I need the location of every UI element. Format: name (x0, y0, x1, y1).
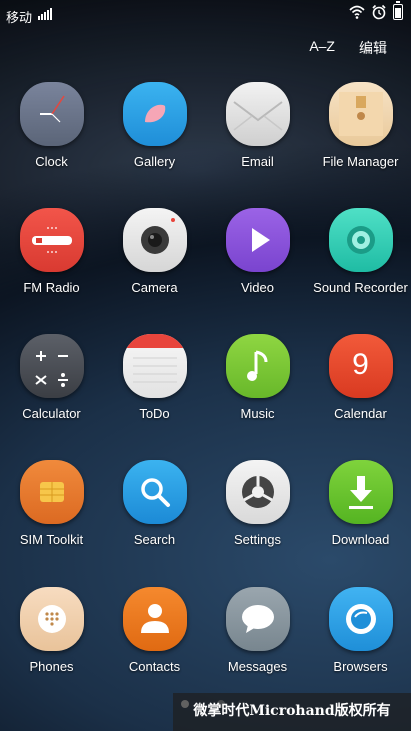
app-label: Email (241, 154, 274, 169)
calculator-icon (19, 334, 84, 398)
app-label: Download (331, 532, 390, 547)
app-music[interactable]: Music (206, 334, 309, 421)
app-settings[interactable]: Settings (206, 460, 309, 547)
camera-icon (122, 208, 187, 272)
sim-icon (19, 460, 84, 524)
clock-icon (19, 82, 84, 146)
app-label: Clock (35, 154, 68, 169)
app-camera[interactable]: Camera (103, 208, 206, 295)
phone-icon (19, 587, 84, 651)
app-label: ToDo (139, 406, 170, 421)
wifi-icon (349, 5, 365, 19)
app-label: Sound Recorder (313, 280, 408, 295)
app-label: Phones (29, 659, 74, 674)
app-messages[interactable]: Messages (206, 587, 309, 674)
app-label: FM Radio (23, 280, 80, 295)
app-gallery[interactable]: Gallery (103, 82, 206, 169)
recorder-icon (328, 208, 393, 272)
app-label: Settings (234, 532, 281, 547)
app-clock[interactable]: Clock (0, 82, 103, 169)
email-icon (225, 82, 290, 146)
browser-icon (328, 587, 393, 651)
battery-icon (393, 1, 403, 20)
app-label: Contacts (128, 659, 181, 674)
status-bar: 移动 (0, 0, 411, 30)
radio-icon (19, 208, 84, 272)
app-label: Search (133, 532, 176, 547)
edit-button[interactable]: 编辑 (359, 38, 387, 58)
carrier-name: 移动 (6, 10, 33, 25)
app-sim-toolkit[interactable]: SIM Toolkit (0, 460, 103, 547)
messages-icon (225, 587, 290, 651)
sort-az-button[interactable]: A–Z (309, 38, 335, 58)
app-file-manager[interactable]: File Manager (309, 82, 411, 169)
app-label: File Manager (322, 154, 399, 169)
app-video[interactable]: Video (206, 208, 309, 295)
calendar-icon: 9 (328, 334, 393, 398)
alarm-icon (372, 4, 386, 20)
app-email[interactable]: Email (206, 82, 309, 169)
app-label: Calendar (334, 406, 387, 421)
video-icon (225, 208, 290, 272)
app-contacts[interactable]: Contacts (103, 587, 206, 674)
contacts-icon (122, 587, 187, 651)
download-icon (328, 460, 393, 524)
file-manager-icon (328, 82, 393, 146)
app-label: Browsers (333, 659, 388, 674)
app-download[interactable]: Download (309, 460, 411, 547)
app-label: Video (240, 280, 274, 295)
music-icon (225, 334, 290, 398)
app-todo[interactable]: ToDo (103, 334, 206, 421)
app-calculator[interactable]: Calculator (0, 334, 103, 421)
app-phones[interactable]: Phones (0, 587, 103, 674)
search-icon (122, 460, 187, 524)
todo-icon (122, 334, 187, 398)
app-search[interactable]: Search (103, 460, 206, 547)
signal-icon (38, 8, 52, 20)
app-label: Camera (131, 280, 178, 295)
watermark: 微掌时代Microhand版权所有 (173, 693, 411, 731)
app-sound-recorder[interactable]: Sound Recorder (309, 208, 411, 295)
app-label: Gallery (133, 154, 176, 169)
app-browsers[interactable]: Browsers (309, 587, 411, 674)
app-label: SIM Toolkit (19, 532, 84, 547)
app-calendar[interactable]: 9 Calendar (309, 334, 411, 421)
app-label: Music (240, 406, 275, 421)
settings-icon (225, 460, 290, 524)
gallery-icon (122, 82, 187, 146)
app-label: Calculator (22, 406, 81, 421)
app-fm-radio[interactable]: FM Radio (0, 208, 103, 295)
app-label: Messages (227, 659, 288, 674)
calendar-date: 9 (352, 348, 369, 381)
